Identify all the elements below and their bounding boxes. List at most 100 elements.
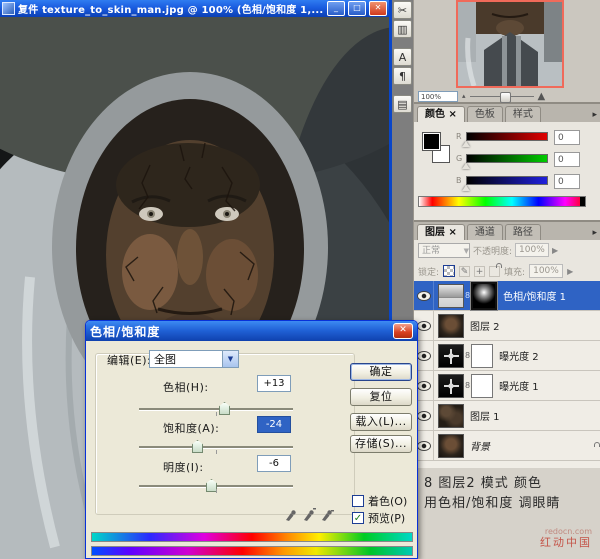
layer-row-exposure1[interactable]: 8 曝光度 1: [414, 371, 600, 401]
character-panel-icon[interactable]: A: [393, 48, 412, 66]
zoom-in-icon[interactable]: ▲: [538, 91, 546, 102]
layer-name[interactable]: 曝光度 2: [499, 348, 539, 363]
tab-layers[interactable]: 图层 ×: [417, 224, 465, 240]
preview-checkbox[interactable]: ✓: [352, 512, 364, 524]
layer-row-background[interactable]: 背景: [414, 431, 600, 461]
layer-mask-thumbnail[interactable]: [470, 280, 499, 311]
layer-name[interactable]: 色相/饱和度 1: [503, 288, 566, 303]
blue-slider[interactable]: [466, 176, 548, 185]
adjustment-layer-thumbnail[interactable]: [438, 283, 464, 308]
navigator-thumbnail[interactable]: [456, 0, 564, 88]
blend-mode-select[interactable]: 正常 ▼: [418, 242, 470, 258]
adjustment-layer-thumbnail[interactable]: [438, 343, 464, 368]
adjustment-layer-thumbnail[interactable]: [438, 373, 464, 398]
clone-source-icon[interactable]: ▥: [393, 20, 412, 38]
eyedropper-icon[interactable]: [284, 507, 298, 521]
foreground-color-swatch[interactable]: [422, 132, 441, 151]
red-slider-thumb[interactable]: [462, 141, 470, 147]
fill-label: 填充:: [504, 267, 526, 278]
ok-button[interactable]: 确定: [350, 363, 412, 381]
layer-thumbnail[interactable]: [438, 403, 464, 428]
edit-dropdown[interactable]: 全图 ▼: [149, 350, 239, 368]
minimize-button[interactable]: _: [327, 1, 345, 16]
green-slider[interactable]: [466, 154, 548, 163]
saturation-slider[interactable]: [139, 440, 293, 454]
lightness-value-field[interactable]: -6: [257, 455, 291, 472]
layers-panel-menu-icon[interactable]: ▸: [592, 226, 597, 240]
zoom-slider-thumb[interactable]: [499, 92, 511, 103]
info-panel-icon[interactable]: ▤: [393, 95, 412, 113]
visibility-eye-icon[interactable]: [416, 320, 431, 331]
layer-row-layer2[interactable]: 图层 2: [414, 311, 600, 341]
panel-column: 100% ▴ ▲ 颜色 × 色板 样式 ▸ R 0 G 0 B 0 图层 × 通…: [413, 0, 600, 559]
layer-name[interactable]: 图层 2: [470, 318, 500, 333]
lightness-slider[interactable]: [139, 479, 293, 493]
lock-transparency-icon[interactable]: [443, 265, 456, 277]
eyedropper-plus-icon[interactable]: [302, 507, 316, 521]
layer-thumbnail[interactable]: [438, 433, 464, 458]
layer-row-exposure2[interactable]: 8 曝光度 2: [414, 341, 600, 371]
saturation-value-field[interactable]: -24: [257, 416, 291, 433]
fill-field[interactable]: 100%: [529, 264, 564, 278]
green-slider-thumb[interactable]: [462, 163, 470, 169]
blue-slider-thumb[interactable]: [462, 185, 470, 191]
layer-thumbnail[interactable]: [438, 313, 464, 338]
blue-value-field[interactable]: 0: [554, 174, 580, 189]
lock-all-icon[interactable]: [489, 265, 501, 277]
edit-dropdown-value: 全图: [154, 353, 176, 366]
layer-row-layer1[interactable]: 图层 1: [414, 401, 600, 431]
navigator-preview-image: [458, 2, 562, 87]
tab-color[interactable]: 颜色 ×: [417, 106, 465, 122]
hue-slider[interactable]: [139, 402, 293, 416]
paragraph-panel-icon[interactable]: ¶: [393, 67, 412, 85]
link-icon: 8: [465, 381, 471, 390]
hue-ramp-adjusted: [91, 546, 413, 556]
preview-option[interactable]: ✓ 预览(P): [352, 510, 405, 526]
tab-channels[interactable]: 通道: [466, 224, 503, 240]
save-button[interactable]: 存储(S)...: [350, 435, 412, 453]
layer-name[interactable]: 曝光度 1: [499, 378, 539, 393]
visibility-eye-icon[interactable]: [416, 290, 431, 301]
lock-label: 锁定:: [418, 267, 440, 278]
close-button[interactable]: ✕: [369, 1, 387, 16]
lock-pixels-icon[interactable]: ✎: [459, 265, 471, 277]
colorize-checkbox[interactable]: [352, 495, 364, 507]
dialog-close-button[interactable]: ✕: [393, 323, 413, 339]
layer-name[interactable]: 背景: [470, 438, 490, 453]
layers-panel: 图层 × 通道 路径 ▸ 正常 ▼ 不透明度: 100% ▶ 锁定: ✎ + 填…: [414, 222, 600, 468]
color-spectrum-ramp[interactable]: [418, 196, 586, 207]
photoshop-workspace: 复件 texture_to_skin_man.jpg @ 100% (色相/饱和…: [0, 0, 600, 559]
document-title: 复件 texture_to_skin_man.jpg @ 100% (色相/饱和…: [18, 5, 324, 16]
fill-arrow-icon[interactable]: ▶: [567, 267, 573, 276]
saturation-label: 饱和度(A):: [163, 422, 220, 435]
maximize-button[interactable]: □: [348, 1, 366, 16]
red-value-field[interactable]: 0: [554, 130, 580, 145]
lock-position-icon[interactable]: +: [474, 265, 486, 277]
hue-value-field[interactable]: +13: [257, 375, 291, 392]
layer-name[interactable]: 图层 1: [470, 408, 500, 423]
slice-tool-icon[interactable]: ✂: [393, 1, 412, 19]
tab-styles[interactable]: 样式: [504, 106, 541, 122]
zoom-out-icon[interactable]: ▴: [462, 92, 466, 100]
layer-row-hue-saturation[interactable]: 8 色相/饱和度 1: [414, 280, 600, 311]
red-slider[interactable]: [466, 132, 548, 141]
tab-paths[interactable]: 路径: [504, 224, 541, 240]
red-channel-label: R: [456, 132, 462, 141]
document-titlebar[interactable]: 复件 texture_to_skin_man.jpg @ 100% (色相/饱和…: [0, 0, 389, 17]
opacity-field[interactable]: 100%: [515, 243, 550, 257]
navigator-zoom-slider[interactable]: [469, 91, 534, 103]
navigator-zoom-field[interactable]: 100%: [418, 90, 458, 102]
layer-mask-thumbnail[interactable]: [471, 373, 494, 398]
tab-swatches[interactable]: 色板: [466, 106, 503, 122]
reset-button[interactable]: 复位: [350, 388, 412, 406]
colorize-option[interactable]: 着色(O): [352, 493, 407, 509]
green-value-field[interactable]: 0: [554, 152, 580, 167]
color-panel-menu-icon[interactable]: ▸: [592, 108, 597, 122]
foreground-background-swatches: [422, 132, 452, 164]
eyedropper-minus-icon[interactable]: [320, 507, 334, 521]
dialog-titlebar[interactable]: 色相/饱和度 ✕: [86, 321, 417, 341]
layer-mask-thumbnail[interactable]: [471, 343, 494, 368]
dropdown-arrow-icon[interactable]: ▼: [222, 351, 238, 367]
load-button[interactable]: 载入(L)...: [350, 413, 412, 431]
opacity-arrow-icon[interactable]: ▶: [552, 246, 558, 255]
